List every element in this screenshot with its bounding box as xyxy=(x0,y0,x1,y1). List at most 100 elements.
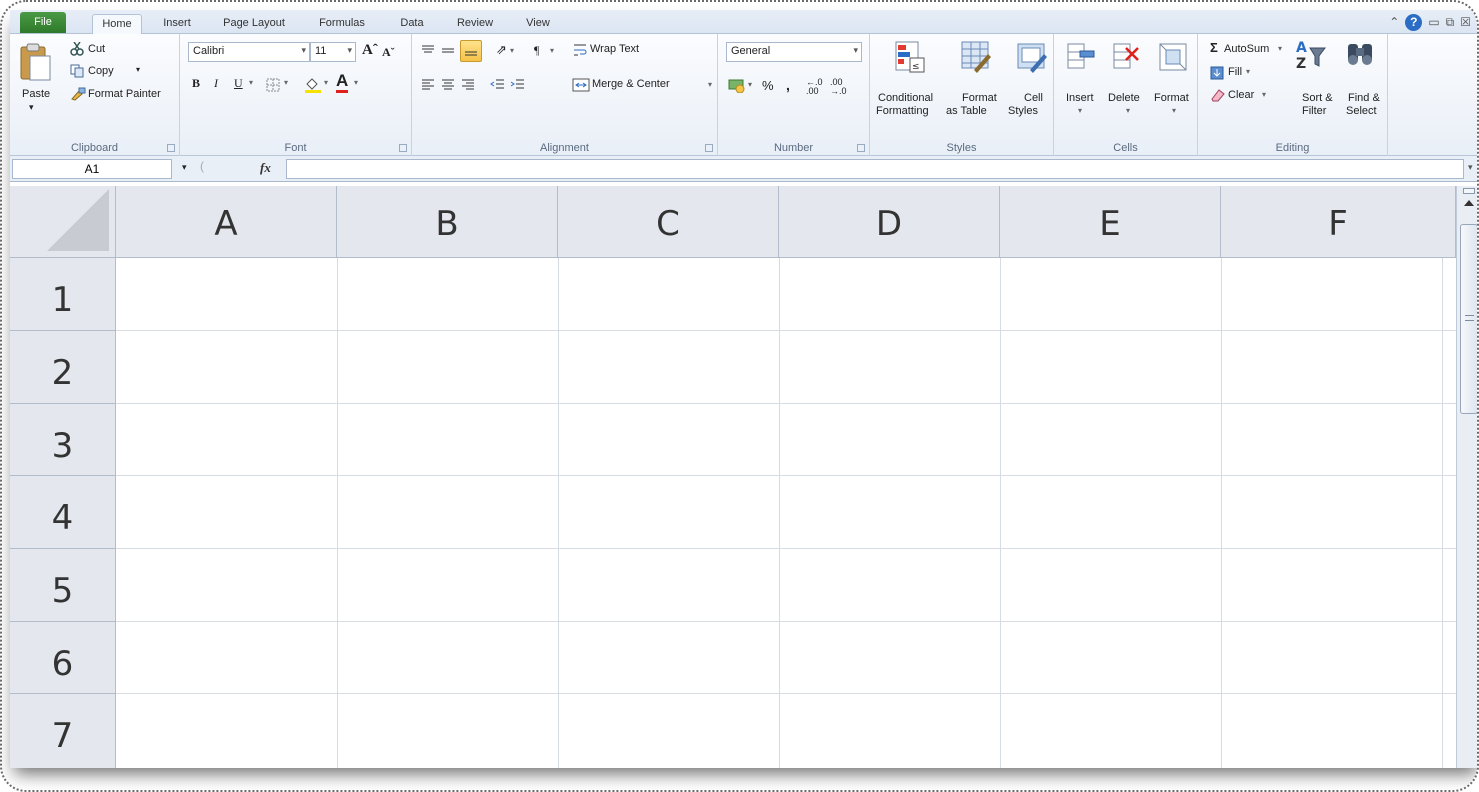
font-size-select[interactable]: 11 ▾ xyxy=(310,42,356,62)
format-painter-icon[interactable] xyxy=(70,87,86,101)
scrollbar-thumb[interactable] xyxy=(1460,224,1477,414)
sort-filter-label-2[interactable]: Filter xyxy=(1302,105,1326,117)
bold-button[interactable]: B xyxy=(192,76,200,91)
borders-icon[interactable] xyxy=(266,78,280,92)
minimize-icon[interactable]: ▭ xyxy=(1428,15,1439,29)
find-select-label-2[interactable]: Select xyxy=(1346,105,1377,117)
tab-view[interactable]: View xyxy=(518,14,558,34)
shrink-font-icon[interactable]: Aˇ xyxy=(382,45,395,60)
wrap-text-button[interactable]: Wrap Text xyxy=(590,43,639,55)
scroll-up-icon[interactable] xyxy=(1464,200,1474,206)
conditional-formatting-label-2[interactable]: Formatting xyxy=(876,105,929,117)
grow-font-icon[interactable]: Aˆ xyxy=(362,42,378,59)
font-name-dropdown-icon[interactable]: ▾ xyxy=(301,45,306,56)
autosum-dropdown-icon[interactable]: ▾ xyxy=(1278,44,1282,53)
paste-label[interactable]: Paste xyxy=(22,88,50,100)
sort-filter-label-1[interactable]: Sort & xyxy=(1302,92,1333,104)
increase-indent-icon[interactable] xyxy=(510,78,526,92)
cell-styles-label-2[interactable]: Styles xyxy=(1008,105,1038,117)
insert-cells-dropdown-icon[interactable]: ▾ xyxy=(1078,106,1082,115)
format-cells-button[interactable]: Format xyxy=(1154,92,1189,104)
restore-icon[interactable]: ⧉ xyxy=(1446,15,1455,30)
vertical-scrollbar[interactable] xyxy=(1456,186,1477,768)
conditional-formatting-icon[interactable]: ≤ xyxy=(894,40,926,74)
insert-cells-button[interactable]: Insert xyxy=(1066,92,1094,104)
paste-dropdown-icon[interactable]: ▾ xyxy=(29,102,34,113)
clear-dropdown-icon[interactable]: ▾ xyxy=(1262,90,1266,99)
formula-input[interactable] xyxy=(286,159,1464,179)
comma-style-button[interactable]: , xyxy=(786,77,790,93)
find-select-label-1[interactable]: Find & xyxy=(1348,92,1380,104)
italic-button[interactable]: I xyxy=(214,76,218,91)
expand-formula-bar-icon[interactable]: ▾ xyxy=(1468,162,1473,173)
autosum-button[interactable]: AutoSum xyxy=(1224,43,1269,55)
top-align-icon[interactable] xyxy=(420,44,436,58)
column-header-d[interactable]: D xyxy=(779,186,1000,258)
delete-cells-icon[interactable] xyxy=(1112,42,1142,72)
delete-cells-dropdown-icon[interactable]: ▾ xyxy=(1126,106,1130,115)
tab-page-layout[interactable]: Page Layout xyxy=(216,14,292,34)
cut-button[interactable]: Cut xyxy=(88,43,105,55)
format-cells-dropdown-icon[interactable]: ▾ xyxy=(1172,106,1176,115)
column-header-c[interactable]: C xyxy=(558,186,779,258)
align-left-icon[interactable] xyxy=(420,78,436,92)
paste-icon[interactable] xyxy=(18,42,52,82)
copy-dropdown-icon[interactable]: ▾ xyxy=(136,65,140,74)
font-launcher-icon[interactable] xyxy=(399,144,407,152)
font-color-icon[interactable]: A xyxy=(336,72,349,93)
row-header-2[interactable]: 2 xyxy=(10,331,116,404)
cell-styles-icon[interactable] xyxy=(1016,40,1048,74)
fill-dropdown-icon[interactable]: ▾ xyxy=(1246,67,1250,76)
text-direction-icon[interactable]: ¶ xyxy=(534,43,539,58)
alignment-launcher-icon[interactable] xyxy=(705,144,713,152)
name-box-dropdown-icon[interactable]: ▾ xyxy=(182,162,187,173)
format-as-table-label-1[interactable]: Format xyxy=(962,92,997,104)
copy-button[interactable]: Copy xyxy=(88,65,114,77)
text-direction-dropdown-icon[interactable]: ▾ xyxy=(550,46,554,55)
accounting-dropdown-icon[interactable]: ▾ xyxy=(748,80,752,89)
align-right-icon[interactable] xyxy=(460,78,476,92)
delete-cells-button[interactable]: Delete xyxy=(1108,92,1140,104)
format-painter-button[interactable]: Format Painter xyxy=(88,88,161,100)
column-header-e[interactable]: E xyxy=(1000,186,1221,258)
clear-icon[interactable] xyxy=(1210,88,1226,102)
close-icon[interactable]: ☒ xyxy=(1460,15,1471,29)
align-center-icon[interactable] xyxy=(440,78,456,92)
format-cells-icon[interactable] xyxy=(1158,42,1188,72)
accounting-format-icon[interactable] xyxy=(728,77,746,93)
tab-formulas[interactable]: Formulas xyxy=(312,14,372,34)
help-icon[interactable]: ? xyxy=(1405,13,1423,31)
sort-filter-icon[interactable]: A Z xyxy=(1294,38,1326,74)
row-header-5[interactable]: 5 xyxy=(10,549,116,622)
find-select-icon[interactable] xyxy=(1344,38,1378,72)
merge-center-dropdown-icon[interactable]: ▾ xyxy=(708,80,712,89)
column-header-b[interactable]: B xyxy=(337,186,558,258)
decrease-indent-icon[interactable] xyxy=(490,78,506,92)
number-format-dropdown-icon[interactable]: ▾ xyxy=(853,45,858,56)
font-name-select[interactable]: Calibri ▾ xyxy=(188,42,310,62)
minimize-ribbon-icon[interactable]: ⌃ xyxy=(1389,15,1399,29)
fill-icon[interactable] xyxy=(1210,66,1224,80)
number-format-select[interactable]: General ▾ xyxy=(726,42,862,62)
copy-icon[interactable] xyxy=(70,64,84,78)
orientation-icon[interactable]: ⇗ xyxy=(496,42,507,58)
cell-styles-label-1[interactable]: Cell xyxy=(1024,92,1043,104)
merge-center-button[interactable]: Merge & Center xyxy=(592,78,670,90)
format-as-table-label-2[interactable]: as Table xyxy=(946,105,987,117)
bottom-align-button[interactable] xyxy=(460,40,482,62)
wrap-text-icon[interactable] xyxy=(572,42,588,58)
font-color-dropdown-icon[interactable]: ▾ xyxy=(354,78,358,87)
autosum-icon[interactable]: Σ xyxy=(1210,40,1218,55)
select-all-button[interactable] xyxy=(10,186,116,258)
split-handle-icon[interactable] xyxy=(1463,188,1475,194)
column-header-a[interactable]: A xyxy=(116,186,337,258)
tab-insert[interactable]: Insert xyxy=(155,14,199,34)
row-header-7[interactable]: 7 xyxy=(10,694,116,768)
row-header-1[interactable]: 1 xyxy=(10,258,116,331)
fill-button[interactable]: Fill xyxy=(1228,66,1242,78)
insert-function-icon[interactable]: fx xyxy=(260,160,271,176)
tab-review[interactable]: Review xyxy=(450,14,500,34)
fill-color-icon[interactable] xyxy=(304,76,322,94)
column-header-f[interactable]: F xyxy=(1221,186,1456,258)
row-header-6[interactable]: 6 xyxy=(10,622,116,694)
